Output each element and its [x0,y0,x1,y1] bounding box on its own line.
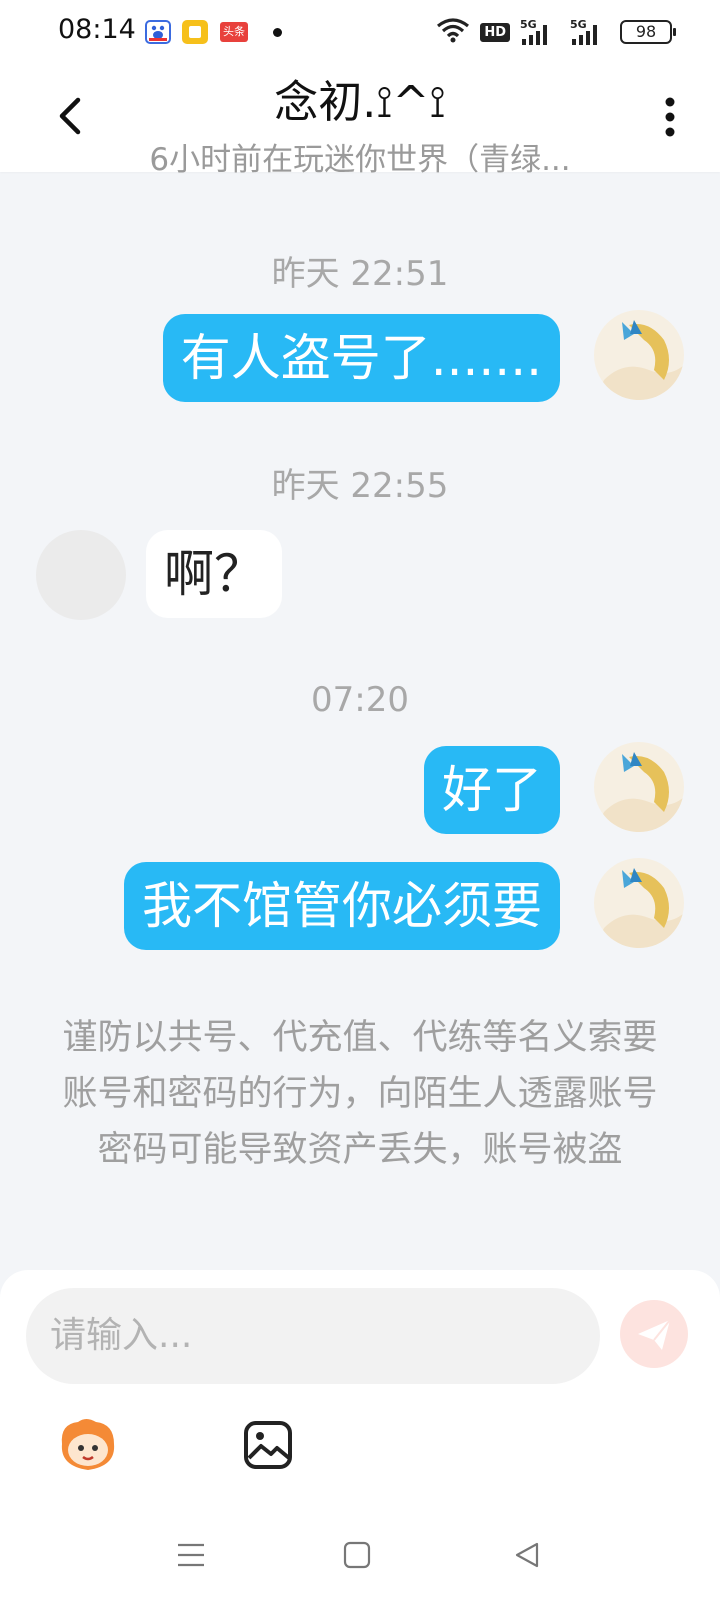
back-triangle-icon[interactable] [512,1540,542,1574]
toutiao-icon: 头条 [220,22,248,42]
baidu-icon [145,20,171,44]
more-icon[interactable] [664,96,676,140]
message-timestamp: 07:20 [311,680,409,720]
message-bubble-sent[interactable]: 好了 [424,746,560,834]
contact-name: 念初.⟟^⟟ [274,77,446,128]
message-input[interactable]: 请输入... [26,1288,600,1384]
signal-1-icon: 5G [520,19,560,45]
message-timestamp: 昨天 22:55 [271,466,449,506]
reader-app-icon [182,20,208,44]
status-time: 08:14 [58,14,136,45]
wifi-icon [436,17,470,47]
hd-badge: HD [480,22,510,42]
emoji-icon[interactable] [56,1416,120,1474]
my-avatar[interactable] [594,858,684,948]
battery-icon: 98 [620,20,676,44]
chat-header: 念初.⟟^⟟ 6小时前在玩迷你世界（青绿... [0,64,720,178]
message-bubble-received[interactable]: 啊？ [146,530,282,618]
message-bubble-sent[interactable]: 我不馆管你必须要 [124,862,560,950]
my-avatar[interactable] [594,310,684,400]
home-icon[interactable] [342,1540,372,1574]
signal-2-icon: 5G [570,19,610,45]
message-bubble-sent[interactable]: 有人盗号了....... [162,314,560,402]
safety-notice: 谨防以共号、代充值、代练等名义索要账号和密码的行为，向陌生人透露账号密码可能导致… [62,1018,658,1170]
send-icon [638,1319,671,1350]
status-bar: 08:14 头条 HD 5G 5G 98 [0,0,720,64]
my-avatar[interactable] [594,742,684,832]
contact-status: 6小时前在玩迷你世界（青绿... [149,142,571,178]
contact-avatar[interactable] [36,530,126,620]
send-button[interactable] [620,1300,688,1368]
menu-icon[interactable] [176,1540,206,1574]
message-timestamp: 昨天 22:51 [271,254,449,294]
notification-dot [273,28,282,37]
image-icon[interactable] [243,1420,293,1470]
status-indicators: HD 5G 5G 98 [436,16,676,48]
